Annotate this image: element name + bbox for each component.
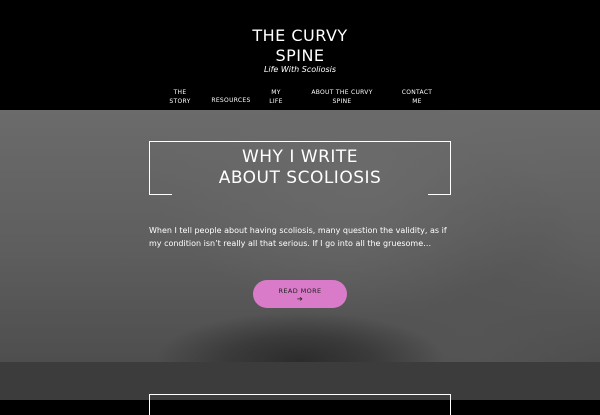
post-excerpt: When I tell people about having scoliosi… [149,226,447,248]
read-more-label: READ MORE [278,287,322,295]
site-header: THE CURVY SPINE Life With Scoliosis THE … [0,0,600,110]
nav-item-about[interactable]: ABOUT THE CURVY SPINE [308,88,376,106]
post-title-line2[interactable]: ABOUT SCOLIOSIS [149,168,451,189]
nav-item-my-life[interactable]: MY LIFE [268,88,284,106]
nav-label-line1: MY [271,89,281,96]
nav-label-line2: ME [412,98,422,105]
site-title-line2[interactable]: SPINE [0,46,600,66]
site-title[interactable]: THE CURVY SPINE [0,26,600,66]
post-title[interactable]: WHY I WRITE ABOUT SCOLIOSIS [149,147,451,189]
nav-label-line2: LIFE [269,98,283,105]
next-post-section [0,362,600,415]
nav-label-line1: ABOUT THE CURVY [311,89,373,96]
arrow-right-icon: ➔ [296,295,304,303]
nav-item-the-story[interactable]: THE STORY [168,88,192,106]
featured-post-hero: WHY I WRITE ABOUT SCOLIOSIS When I tell … [0,110,600,362]
read-more-button[interactable]: READ MORE ➔ [253,280,347,308]
nav-item-resources[interactable]: RESOURCES [208,96,254,105]
frame-corner-right [428,194,451,195]
site-tagline: Life With Scoliosis [263,65,337,74]
frame-corner-left [149,194,172,195]
next-post-title-frame [149,394,451,415]
nav-label-line2: STORY [169,98,191,105]
nav-label-line1: CONTACT [401,89,433,96]
nav-label-line1: RESOURCES [211,97,251,104]
nav-label-line1: THE [173,89,187,96]
post-title-line1[interactable]: WHY I WRITE [149,147,451,168]
site-title-line1[interactable]: THE CURVY [0,26,600,46]
nav-item-contact[interactable]: CONTACT ME [398,88,436,106]
nav-label-line2: SPINE [332,98,352,105]
